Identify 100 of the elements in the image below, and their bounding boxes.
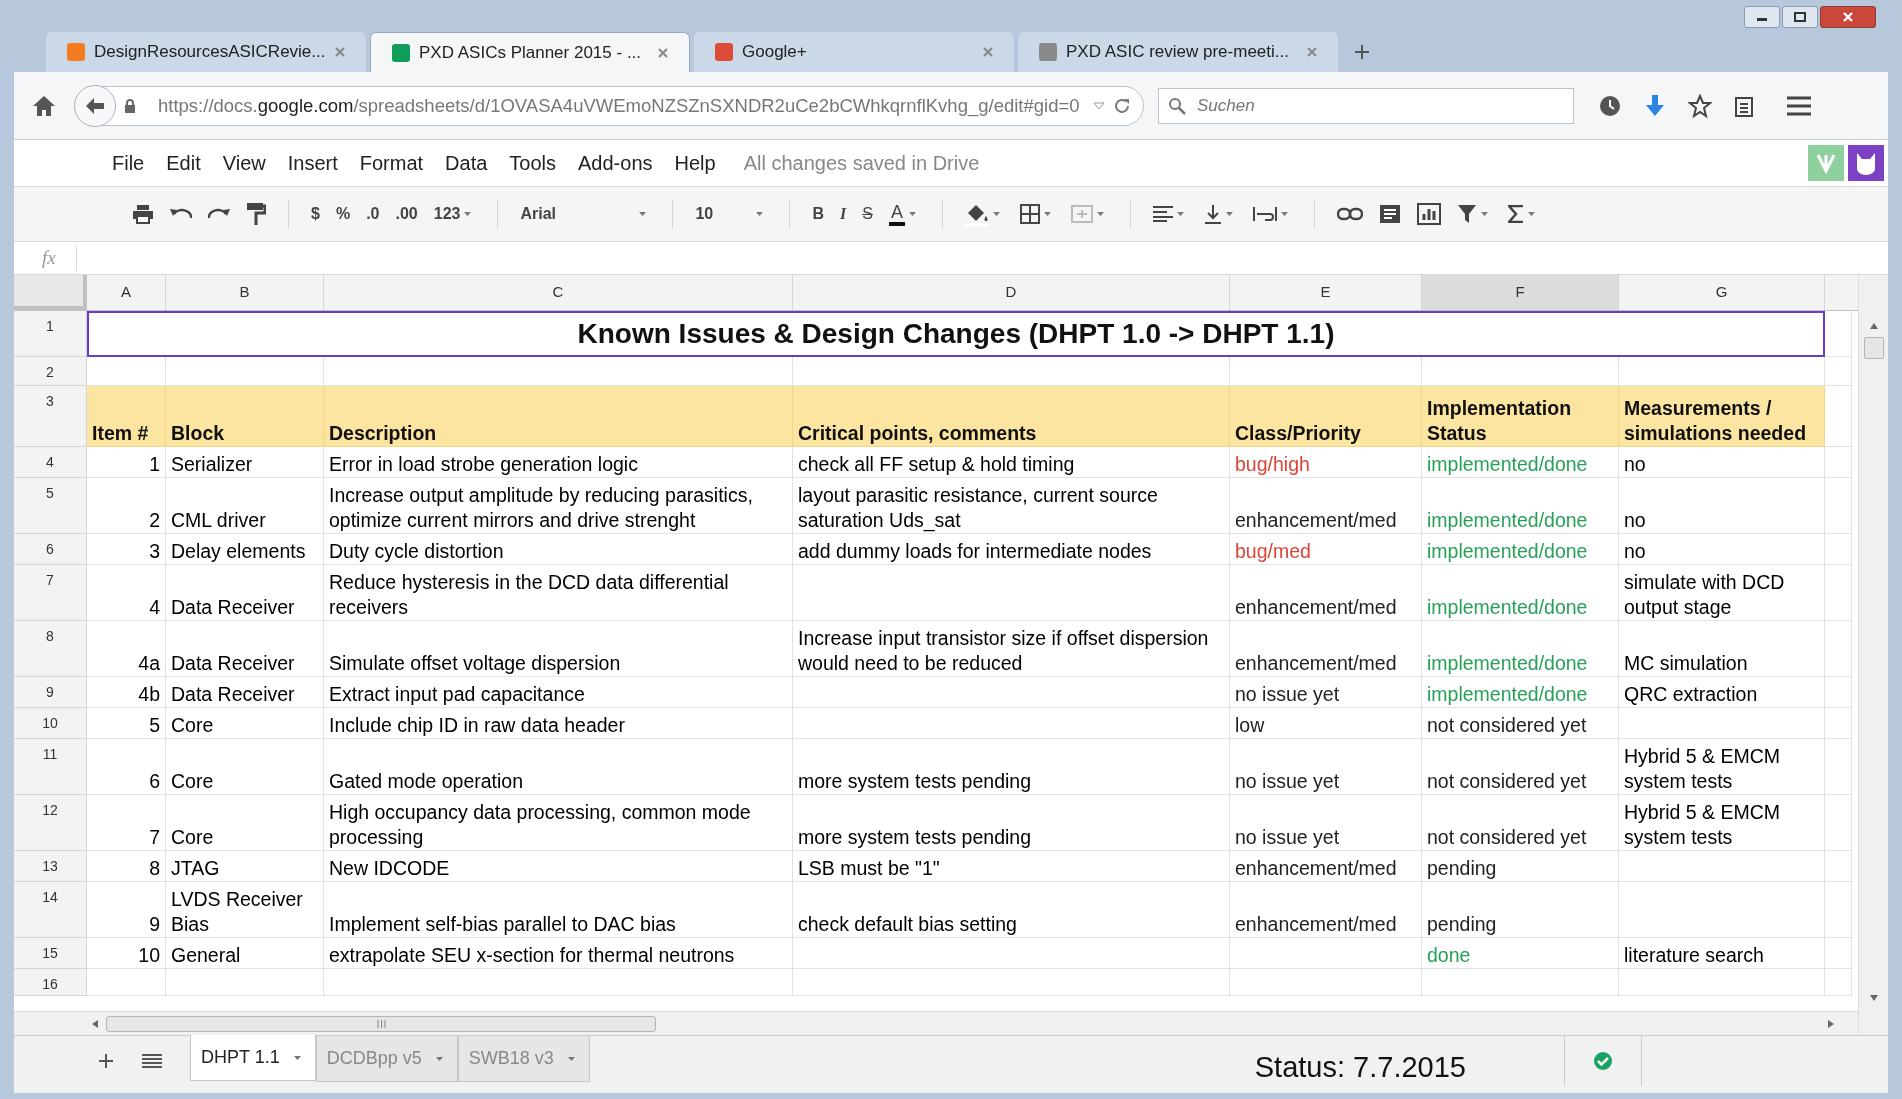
home-icon[interactable] bbox=[32, 94, 56, 117]
caret-icon[interactable] bbox=[992, 212, 1000, 216]
browser-tab[interactable]: PXD ASICs Planner 2015 - ... bbox=[370, 32, 690, 72]
empty-cell[interactable] bbox=[1230, 938, 1422, 969]
empty-cell[interactable] bbox=[1825, 311, 1852, 357]
borders-icon[interactable] bbox=[1019, 204, 1040, 224]
empty-cell[interactable] bbox=[1619, 969, 1825, 996]
empty-cell[interactable] bbox=[793, 938, 1230, 969]
chart-icon[interactable] bbox=[1416, 203, 1441, 225]
empty-cell[interactable] bbox=[166, 969, 324, 996]
empty-cell[interactable] bbox=[1825, 851, 1852, 882]
browser-tab[interactable]: Google+ bbox=[694, 32, 1014, 72]
caret-icon[interactable] bbox=[756, 212, 764, 216]
history-icon[interactable] bbox=[1598, 93, 1622, 118]
empty-cell[interactable] bbox=[1825, 621, 1852, 677]
menu-item[interactable]: Edit bbox=[166, 148, 201, 178]
paint-roller-icon[interactable] bbox=[246, 202, 266, 226]
empty-cell[interactable] bbox=[1825, 795, 1852, 851]
caret-icon[interactable] bbox=[908, 212, 916, 216]
empty-cell[interactable] bbox=[1825, 739, 1852, 795]
row-number[interactable]: 5 bbox=[14, 478, 87, 534]
lock-icon[interactable] bbox=[124, 98, 136, 113]
increase-decimals-button[interactable]: .00 bbox=[395, 202, 418, 226]
comment-icon[interactable] bbox=[1378, 204, 1401, 224]
row-number[interactable]: 1 bbox=[14, 311, 87, 357]
text-color-button[interactable]: A bbox=[888, 202, 905, 226]
search-field[interactable]: Suchen bbox=[1158, 87, 1574, 124]
add-sheet-icon[interactable] bbox=[98, 1053, 114, 1069]
caret-icon[interactable] bbox=[1043, 212, 1051, 216]
align-bottom-icon[interactable] bbox=[1203, 204, 1222, 224]
scroll-left-icon[interactable] bbox=[92, 1019, 98, 1028]
row-number[interactable]: 15 bbox=[14, 938, 87, 969]
menu-item[interactable]: Help bbox=[674, 148, 716, 178]
empty-cell[interactable] bbox=[1825, 938, 1852, 969]
back-arrow-icon[interactable] bbox=[85, 96, 105, 115]
download-icon[interactable] bbox=[1644, 93, 1666, 118]
menu-item[interactable]: Add-ons bbox=[578, 148, 653, 178]
empty-cell[interactable] bbox=[1825, 447, 1852, 478]
empty-cell[interactable] bbox=[1619, 708, 1825, 739]
percent-button[interactable]: % bbox=[335, 202, 351, 226]
browser-tab[interactable]: PXD ASIC review pre-meeti... bbox=[1018, 32, 1338, 72]
row-number[interactable]: 13 bbox=[14, 851, 87, 882]
empty-cell[interactable] bbox=[1825, 969, 1852, 996]
star-icon[interactable] bbox=[1688, 93, 1712, 118]
minimize-button[interactable] bbox=[1744, 6, 1780, 28]
empty-cell[interactable] bbox=[793, 677, 1230, 708]
empty-cell[interactable] bbox=[793, 708, 1230, 739]
menu-item[interactable]: View bbox=[222, 148, 266, 178]
align-left-icon[interactable] bbox=[1152, 206, 1173, 222]
empty-cell[interactable] bbox=[1825, 478, 1852, 534]
menu-item[interactable]: Data bbox=[445, 148, 488, 178]
caret-icon[interactable] bbox=[464, 212, 472, 216]
menu-item[interactable]: Format bbox=[359, 148, 424, 178]
wrap-text-icon[interactable] bbox=[1252, 205, 1277, 223]
row-number[interactable]: 14 bbox=[14, 882, 87, 938]
font-size-dropdown[interactable]: 10 bbox=[695, 202, 768, 226]
new-tab-icon[interactable] bbox=[1354, 44, 1370, 60]
italic-button[interactable]: I bbox=[840, 202, 847, 226]
empty-cell[interactable] bbox=[324, 969, 793, 996]
caret-icon[interactable] bbox=[435, 1056, 443, 1061]
menu-item[interactable]: File bbox=[112, 148, 145, 178]
menu-item[interactable]: Insert bbox=[287, 148, 338, 178]
caret-icon[interactable] bbox=[567, 1056, 575, 1061]
caret-icon[interactable] bbox=[1527, 212, 1535, 216]
caret-icon[interactable] bbox=[639, 212, 647, 216]
sheet-tab[interactable]: DHPT 1.1 bbox=[190, 1035, 316, 1081]
menu-icon[interactable] bbox=[1786, 94, 1812, 117]
row-number[interactable]: 10 bbox=[14, 708, 87, 739]
horizontal-scrollbar[interactable] bbox=[14, 1011, 1858, 1035]
browser-tab[interactable]: DesignResourcesASICRevie... bbox=[46, 32, 366, 72]
sheet-list-icon[interactable] bbox=[142, 1053, 162, 1069]
empty-cell[interactable] bbox=[1619, 851, 1825, 882]
scroll-down-icon[interactable] bbox=[1869, 995, 1878, 1001]
number-format-button[interactable]: 123 bbox=[433, 202, 461, 226]
close-window-button[interactable] bbox=[1820, 6, 1876, 28]
strikethrough-button[interactable]: S bbox=[862, 202, 873, 226]
maximize-icon[interactable] bbox=[1794, 12, 1806, 22]
grip-icon[interactable] bbox=[376, 1019, 386, 1028]
close-icon[interactable] bbox=[657, 46, 669, 59]
filter-icon[interactable] bbox=[1456, 204, 1477, 224]
row-number[interactable]: 12 bbox=[14, 795, 87, 851]
column-header[interactable]: F bbox=[1422, 275, 1619, 310]
empty-cell[interactable] bbox=[1825, 386, 1852, 447]
decrease-decimals-button[interactable]: .0 bbox=[366, 202, 380, 226]
row-number[interactable]: 9 bbox=[14, 677, 87, 708]
empty-cell[interactable] bbox=[1825, 534, 1852, 565]
scroll-up-icon[interactable] bbox=[1869, 323, 1878, 329]
row-number[interactable]: 6 bbox=[14, 534, 87, 565]
scrollbar-thumb[interactable] bbox=[106, 1015, 656, 1032]
merge-cells-icon[interactable] bbox=[1070, 205, 1093, 223]
empty-cell[interactable] bbox=[793, 565, 1230, 621]
row-number[interactable]: 8 bbox=[14, 621, 87, 677]
link-icon[interactable] bbox=[1336, 207, 1363, 221]
caret-icon[interactable] bbox=[293, 1055, 301, 1060]
reload-icon[interactable] bbox=[1113, 96, 1131, 115]
close-icon[interactable] bbox=[982, 46, 994, 58]
dropdown-arrow-icon[interactable] bbox=[1093, 101, 1105, 110]
empty-cell[interactable] bbox=[1619, 882, 1825, 938]
caret-icon[interactable] bbox=[1176, 212, 1184, 216]
row-number[interactable]: 3 bbox=[14, 386, 87, 447]
